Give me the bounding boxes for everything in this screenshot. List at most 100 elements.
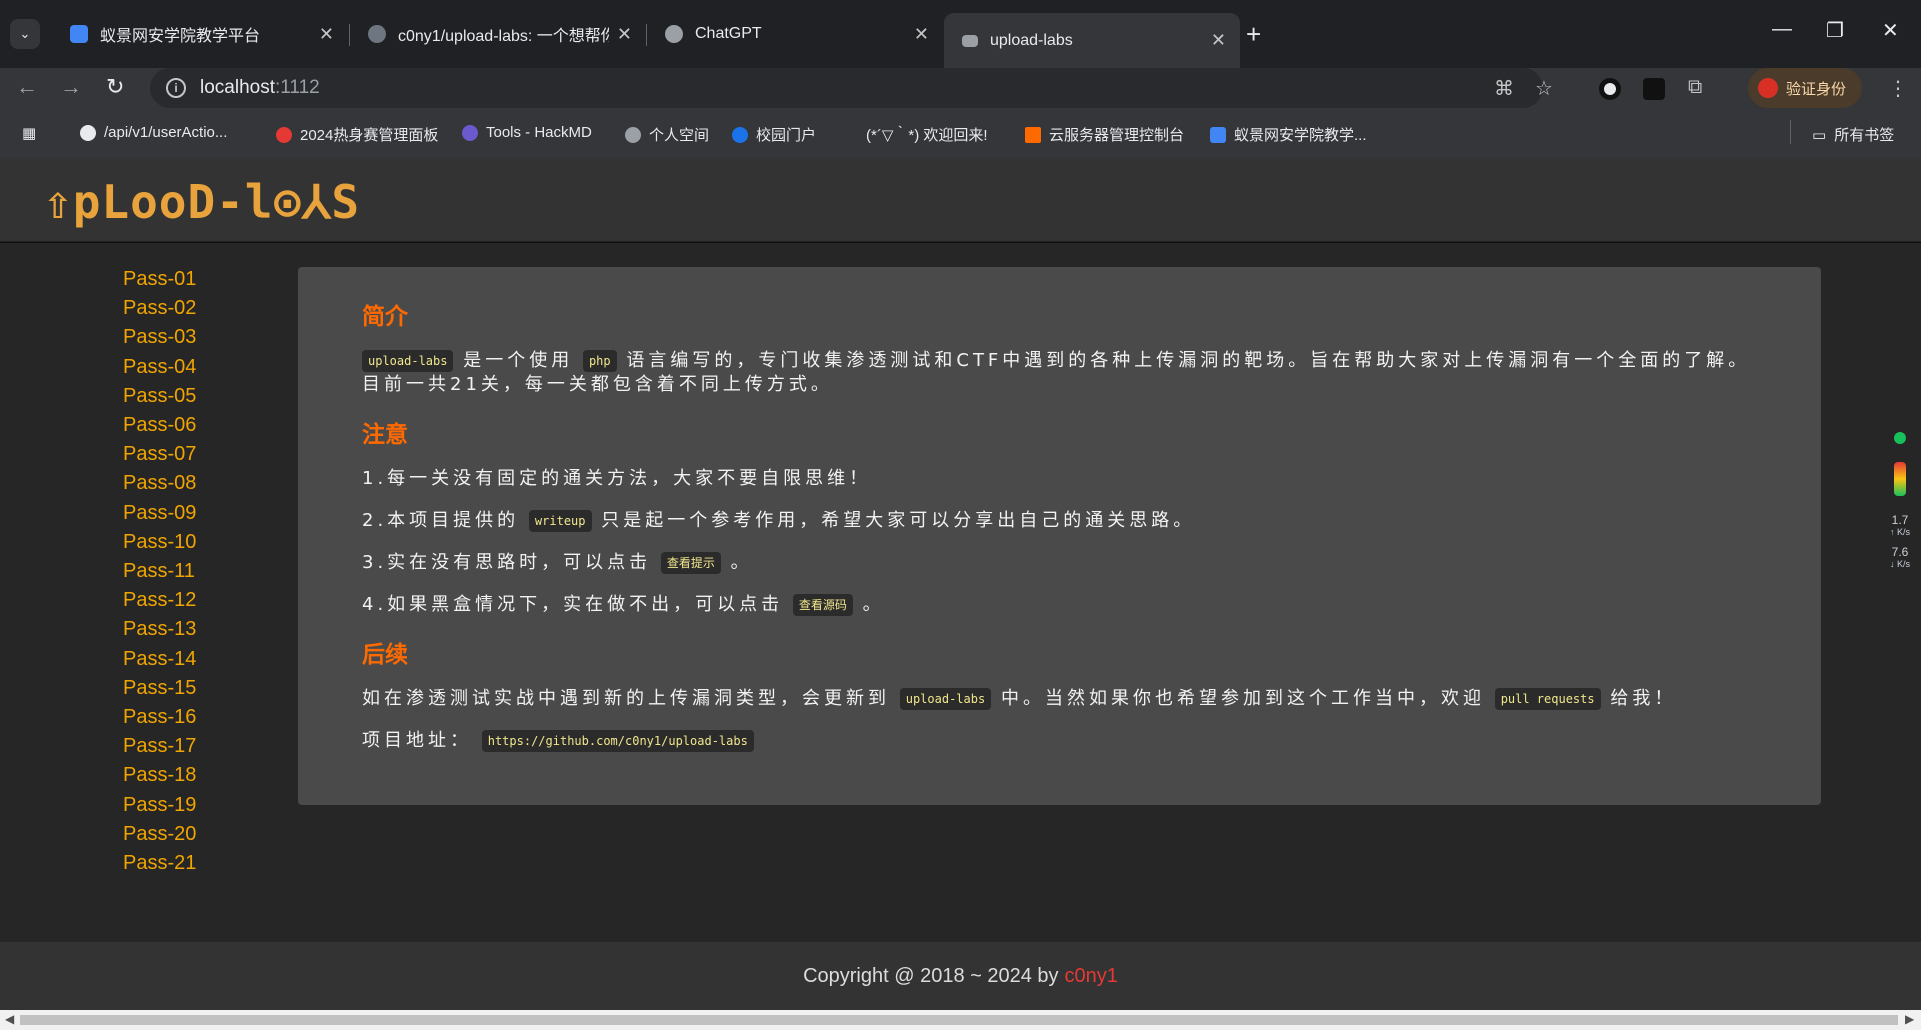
url-host: localhost xyxy=(200,77,275,98)
site-logo[interactable]: ⇧pLooD-l⊙⅄S xyxy=(44,176,360,228)
tab-search-button[interactable]: ⌄ xyxy=(10,19,40,49)
all-bookmarks-button[interactable]: ▭ 所有书签 xyxy=(1812,124,1894,145)
scrollbar-thumb[interactable] xyxy=(20,1015,1898,1025)
bookmark-label: 云服务器管理控制台 xyxy=(1049,127,1185,144)
bookmark-item[interactable]: 2024热身赛管理面板 xyxy=(276,124,438,145)
notice-text: 4.如果黑盒情况下，实在做不出，可以点击 xyxy=(362,594,784,615)
forward-icon[interactable]: → xyxy=(60,74,82,100)
minimize-icon[interactable]: — xyxy=(1772,18,1792,41)
pass-link[interactable]: Pass-15 xyxy=(123,674,196,703)
copyright-text: Copyright @ 2018 ~ 2024 by xyxy=(803,964,1059,987)
pass-link[interactable]: Pass-12 xyxy=(123,586,196,615)
notice-text: 2.本项目提供的 xyxy=(362,510,520,531)
close-icon[interactable]: ✕ xyxy=(319,24,334,45)
followup-text: 如在渗透测试实战中遇到新的上传漏洞类型，会更新到 xyxy=(362,688,890,709)
bookmark-item[interactable]: 云服务器管理控制台 xyxy=(1025,124,1184,145)
notice-text: 只是起一个参考作用，希望大家可以分享出自己的通关思路。 xyxy=(601,510,1196,531)
profile-verify-button[interactable]: 验证身份 xyxy=(1748,68,1862,108)
bookmark-item[interactable]: 蚁景网安学院教学... xyxy=(1210,124,1367,145)
bookmark-star-icon[interactable]: ☆ xyxy=(1535,76,1553,101)
pass-link[interactable]: Pass-08 xyxy=(123,469,196,498)
bookmark-item[interactable]: (*´▽｀*) 欢迎回来! xyxy=(842,124,988,145)
folder-icon: ▭ xyxy=(1812,126,1827,144)
tab-strip: ⌄ 蚁景网安学院教学平台 ✕ c0ny1/upload-labs: 一个想帮你 … xyxy=(0,0,1921,68)
notice-title: 注意 xyxy=(362,421,408,447)
bookmark-item[interactable]: /api/v1/userActio... xyxy=(80,124,227,141)
avatar xyxy=(1758,78,1778,98)
close-window-icon[interactable]: ✕ xyxy=(1882,18,1899,43)
bookmark-item[interactable]: 个人空间 xyxy=(625,124,709,145)
pass-link[interactable]: Pass-06 xyxy=(123,411,196,440)
pass-link[interactable]: Pass-20 xyxy=(123,820,196,849)
pass-link[interactable]: Pass-17 xyxy=(123,732,196,761)
main-panel: 简介 upload-labs 是一个使用 php 语言编写的，专门收集渗透测试和… xyxy=(298,267,1821,805)
notice-item-4: 4.如果黑盒情况下，实在做不出，可以点击 查看源码 。 xyxy=(362,593,1757,617)
view-source-link[interactable]: 查看源码 xyxy=(792,594,853,616)
translate-icon[interactable]: ⌘ xyxy=(1494,76,1514,101)
tab-github[interactable]: c0ny1/upload-labs: 一个想帮你 ✕ xyxy=(350,13,646,55)
restore-icon[interactable]: ❐ xyxy=(1826,18,1844,43)
upload-speed-unit: ↑ K/s xyxy=(1889,527,1910,537)
bookmark-label: 校园门户 xyxy=(756,127,817,144)
hackmd-icon xyxy=(462,124,478,141)
pass-link[interactable]: Pass-16 xyxy=(123,703,196,732)
tab-yijing[interactable]: 蚁景网安学院教学平台 ✕ xyxy=(52,13,348,55)
extensions-puzzle-icon[interactable]: ⧉ xyxy=(1688,76,1702,99)
extension-h-icon[interactable] xyxy=(1643,78,1665,100)
tab-upload-labs[interactable]: upload-labs ✕ xyxy=(944,13,1240,68)
pass-link[interactable]: Pass-13 xyxy=(123,615,196,644)
code-pull-requests: pull requests xyxy=(1494,688,1601,710)
pass-link[interactable]: Pass-04 xyxy=(123,353,196,382)
pass-link[interactable]: Pass-09 xyxy=(123,499,196,528)
pass-link[interactable]: Pass-03 xyxy=(123,323,196,352)
pass-link[interactable]: Pass-07 xyxy=(123,440,196,469)
pass-link[interactable]: Pass-21 xyxy=(123,849,196,878)
pass-link[interactable]: Pass-14 xyxy=(123,645,196,674)
pass-link[interactable]: Pass-01 xyxy=(123,265,196,294)
chatgpt-icon xyxy=(665,25,683,43)
pass-link[interactable]: Pass-05 xyxy=(123,382,196,411)
tab-chatgpt[interactable]: ChatGPT ✕ xyxy=(647,13,943,55)
view-hint-link[interactable]: 查看提示 xyxy=(660,552,721,574)
horizontal-scrollbar[interactable]: ◀ ▶ xyxy=(0,1010,1921,1030)
upload-speed: 1.7 ↑ K/s xyxy=(1882,514,1918,538)
level-bar-icon xyxy=(1894,462,1906,496)
status-dot-icon xyxy=(1894,432,1906,444)
back-icon[interactable]: ← xyxy=(16,74,38,100)
site-header: ⇧pLooD-l⊙⅄S xyxy=(0,158,1921,242)
tab-title: ChatGPT xyxy=(695,25,762,42)
address-bar[interactable]: i localhost:1112 xyxy=(150,68,1543,108)
new-tab-button[interactable]: + xyxy=(1246,19,1261,49)
close-icon[interactable]: ✕ xyxy=(1211,30,1226,51)
site-info-icon[interactable]: i xyxy=(166,78,186,98)
project-url-link[interactable]: https://github.com/c0ny1/upload-labs xyxy=(481,730,754,752)
bookmark-favicon-icon xyxy=(276,126,292,143)
menu-kebab-icon[interactable]: ⋮ xyxy=(1888,76,1908,101)
pass-link[interactable]: Pass-10 xyxy=(123,528,196,557)
pass-link[interactable]: Pass-11 xyxy=(123,557,196,586)
intro-paragraph: upload-labs 是一个使用 php 语言编写的，专门收集渗透测试和CTF… xyxy=(362,349,1757,397)
reload-icon[interactable]: ↻ xyxy=(106,74,124,100)
pass-link[interactable]: Pass-19 xyxy=(123,791,196,820)
apps-grid-icon[interactable]: ▦ xyxy=(22,124,36,142)
close-icon[interactable]: ✕ xyxy=(914,24,929,45)
upload-speed-value: 1.7 xyxy=(1891,513,1909,527)
network-speed-widget[interactable]: 1.7 ↑ K/s 7.6 ↓ K/s xyxy=(1882,420,1918,578)
bookmark-favicon-icon xyxy=(732,126,748,143)
scroll-left-icon[interactable]: ◀ xyxy=(5,1012,14,1026)
bookmark-item[interactable]: 校园门户 xyxy=(732,124,816,145)
close-icon[interactable]: ✕ xyxy=(617,24,632,45)
globe-icon xyxy=(625,126,641,143)
pass-sidebar: Pass-01 Pass-02 Pass-03 Pass-04 Pass-05 Pass-… xyxy=(123,265,196,878)
scroll-right-icon[interactable]: ▶ xyxy=(1905,1012,1914,1026)
author-link[interactable]: c0ny1 xyxy=(1065,965,1118,988)
bookmark-label: /api/v1/userActio... xyxy=(104,124,228,141)
pass-link[interactable]: Pass-18 xyxy=(123,761,196,790)
code-upload-labs: upload-labs xyxy=(899,688,992,710)
pass-link[interactable]: Pass-02 xyxy=(123,294,196,323)
tab-title: 蚁景网安学院教学平台 xyxy=(100,28,261,45)
aliyun-icon xyxy=(1025,126,1041,143)
tab-favicon-icon xyxy=(70,25,88,43)
bookmark-item[interactable]: Tools - HackMD xyxy=(462,124,592,141)
extension-record-icon[interactable] xyxy=(1599,78,1621,100)
